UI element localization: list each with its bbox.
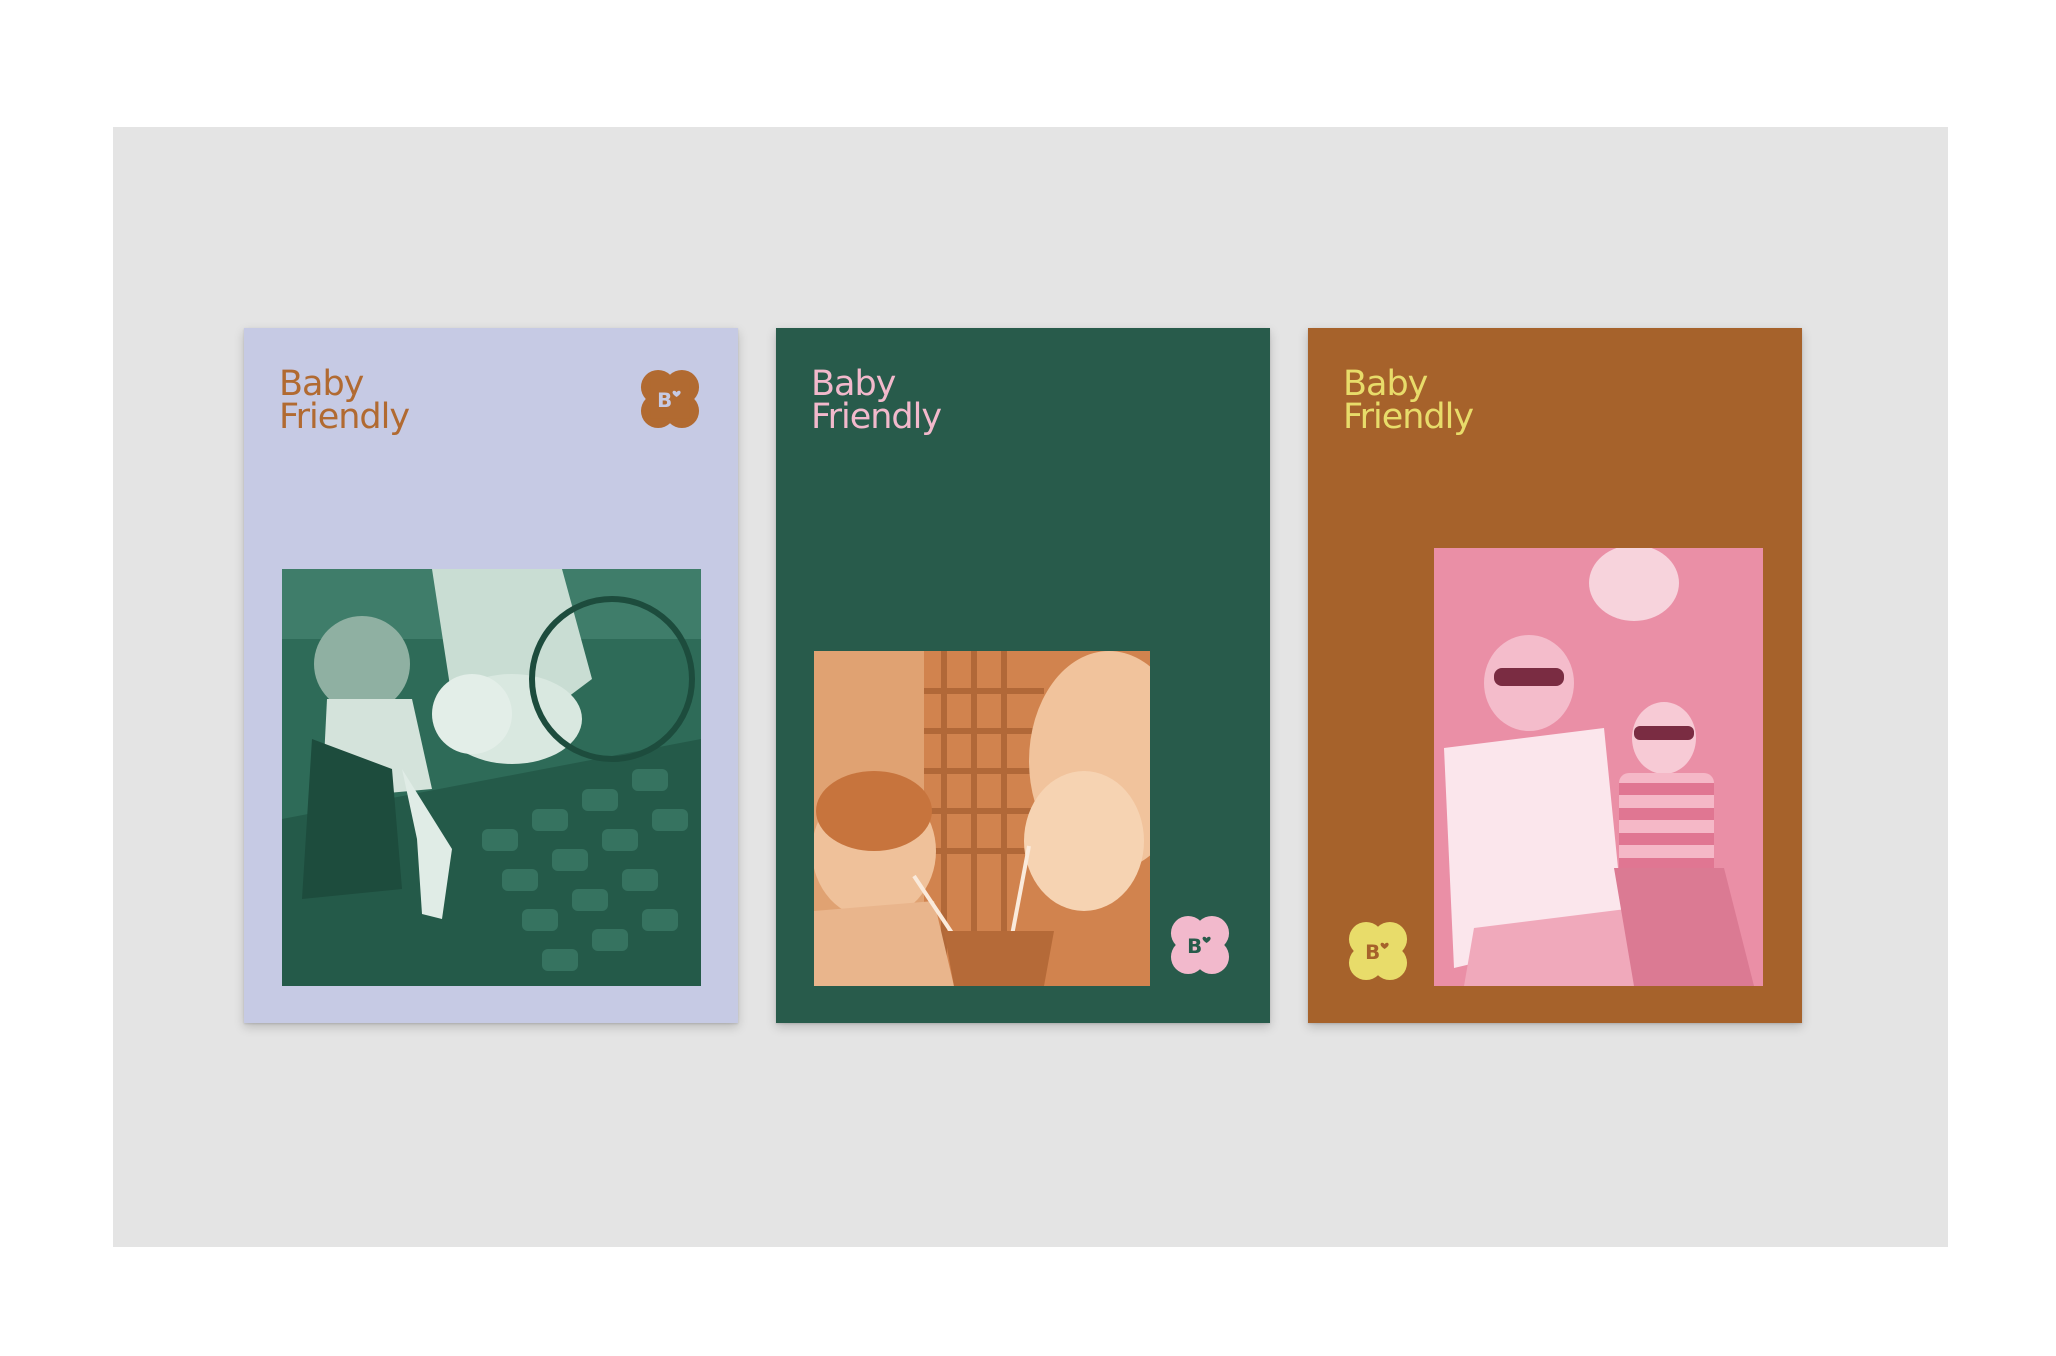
title-line-friendly: Friendly <box>1343 397 1474 437</box>
mockup-backdrop: Baby Friendly B Baby Friendly B Baby Fri… <box>113 127 1948 1247</box>
poster-brown: Baby Friendly B <box>1308 328 1802 1023</box>
mother-child-straw-photo <box>814 651 1150 986</box>
poster-title: Baby Friendly <box>811 367 942 437</box>
logo-letter: B <box>1187 935 1202 958</box>
poster-title: Baby Friendly <box>279 367 410 437</box>
flower-b-logo-icon: B <box>1167 912 1233 978</box>
bicycle-child-photo <box>282 569 701 986</box>
title-line-friendly: Friendly <box>811 397 942 437</box>
title-line-friendly: Friendly <box>279 397 410 437</box>
logo-letter: B <box>657 389 672 412</box>
poster-title: Baby Friendly <box>1343 367 1474 437</box>
father-son-sunglasses-photo <box>1434 548 1763 986</box>
flower-b-logo-icon: B <box>1345 918 1411 984</box>
poster-green: Baby Friendly B <box>776 328 1270 1023</box>
flower-b-logo-icon: B <box>637 366 703 432</box>
logo-letter: B <box>1365 941 1380 964</box>
poster-lavender: Baby Friendly B <box>244 328 738 1023</box>
